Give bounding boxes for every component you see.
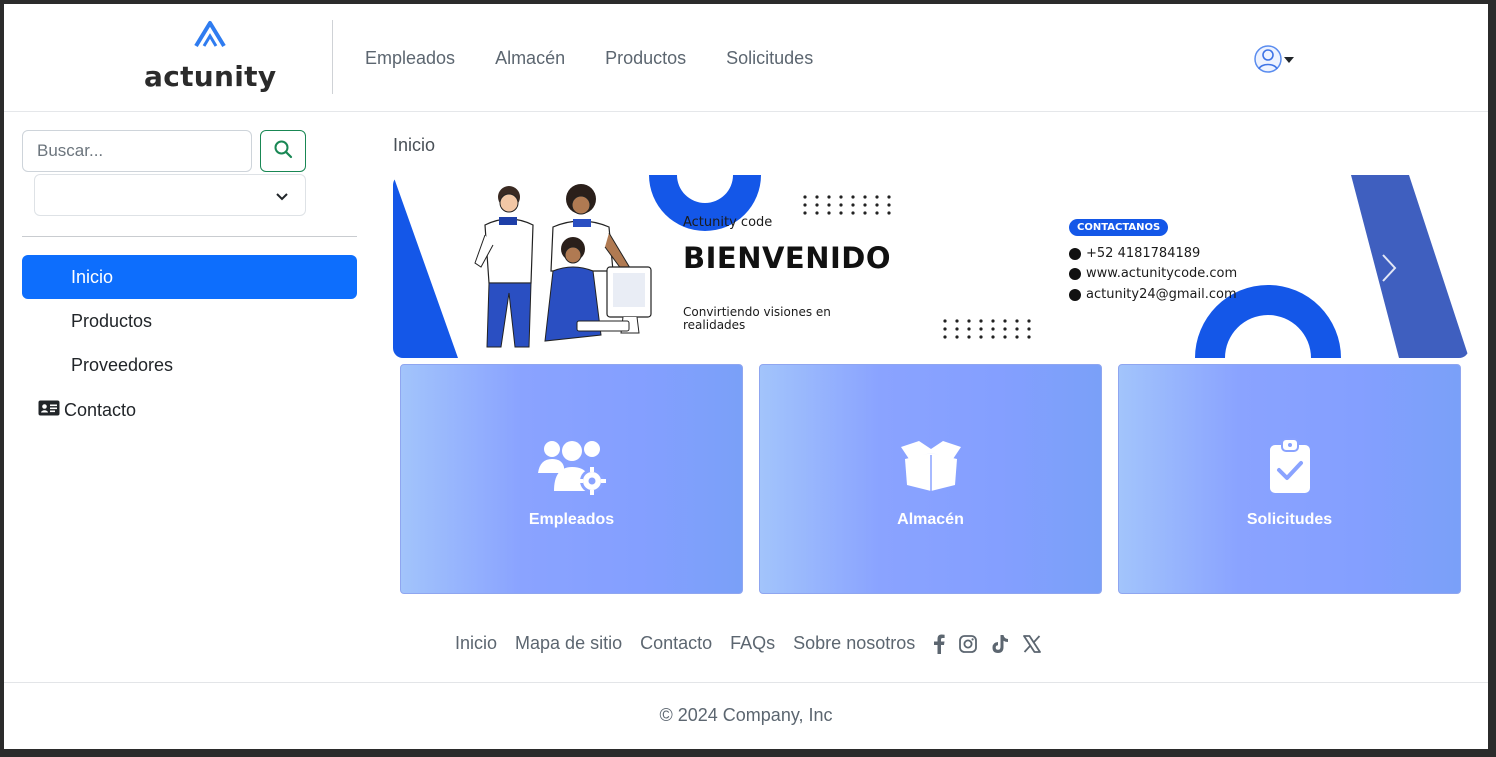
banner-email: actunity24@gmail.com — [1069, 287, 1237, 302]
contact-card-icon — [38, 400, 60, 421]
search-button[interactable] — [260, 130, 306, 172]
banner-tag: Actunity code — [683, 215, 773, 230]
chevron-down-icon — [275, 189, 289, 207]
email-icon — [1069, 288, 1081, 301]
facebook-icon[interactable] — [933, 634, 945, 654]
sidebar: Inicio Productos Proveedores Contacto — [4, 112, 376, 672]
search-form — [22, 130, 306, 172]
search-icon — [273, 139, 293, 164]
breadcrumb: Inicio — [393, 135, 436, 155]
contact-badge: CONTACTANOS — [1069, 219, 1169, 236]
banner-subtitle: Convirtiendo visiones en realidades — [683, 305, 831, 332]
footer-divider — [4, 682, 1488, 683]
footer-link-faqs[interactable]: FAQs — [730, 633, 775, 654]
user-menu-dropdown[interactable] — [1254, 44, 1294, 79]
brand-name: actunity — [144, 60, 277, 93]
sidebar-item-proveedores[interactable]: Proveedores — [22, 343, 357, 387]
social-links — [933, 634, 1042, 654]
open-box-icon — [897, 437, 965, 498]
copyright: © 2024 Company, Inc — [659, 705, 833, 725]
actunity-logo-icon — [192, 20, 228, 53]
users-gear-icon — [536, 437, 608, 500]
top-nav: Empleados Almacén Productos Solicitudes — [365, 48, 813, 69]
card-solicitudes[interactable]: Solicitudes — [1118, 364, 1461, 594]
card-almacen[interactable]: Almacén — [759, 364, 1102, 594]
website-text: www.actunitycode.com — [1086, 266, 1238, 281]
sidebar-item-contacto[interactable]: Contacto — [38, 400, 136, 421]
nav-productos[interactable]: Productos — [605, 48, 686, 69]
footer-link-sobre[interactable]: Sobre nosotros — [793, 633, 915, 654]
footer-link-inicio[interactable]: Inicio — [455, 633, 497, 654]
brand-logo[interactable]: actunity — [144, 20, 278, 98]
caret-down-icon — [1284, 56, 1294, 63]
contacto-label: Contacto — [64, 400, 137, 420]
banner-website: www.actunitycode.com — [1069, 266, 1237, 281]
nav-empleados[interactable]: Empleados — [365, 48, 455, 69]
clipboard-check-icon — [1268, 437, 1312, 500]
card-label: Empleados — [528, 511, 615, 528]
header-divider — [332, 20, 333, 94]
sidebar-nav: Inicio Productos Proveedores — [22, 255, 357, 387]
sidebar-item-productos[interactable]: Productos — [22, 299, 357, 343]
carousel-next-icon[interactable] — [1381, 253, 1397, 288]
x-icon[interactable] — [1023, 634, 1042, 653]
card-empleados[interactable]: Empleados — [400, 364, 743, 594]
app-window: actunity Empleados Almacén Productos Sol… — [4, 4, 1488, 749]
banner-artwork — [393, 175, 1469, 358]
phone-icon — [1069, 247, 1081, 260]
sidebar-divider — [22, 236, 357, 237]
instagram-icon[interactable] — [959, 634, 978, 653]
banner-title: BIENVENIDO — [683, 241, 892, 275]
search-input[interactable] — [22, 130, 252, 172]
globe-icon — [1069, 267, 1081, 280]
nav-almacen[interactable]: Almacén — [495, 48, 565, 69]
banner-phone: +52 4181784189 — [1069, 246, 1200, 261]
email-text: actunity24@gmail.com — [1086, 287, 1237, 302]
tiktok-icon[interactable] — [991, 634, 1009, 654]
card-label: Almacén — [897, 511, 964, 528]
phone-text: +52 4181784189 — [1086, 246, 1201, 261]
footer-link-contacto[interactable]: Contacto — [640, 633, 712, 654]
category-select[interactable] — [34, 174, 306, 216]
welcome-carousel: Actunity code BIENVENIDO Convirtiendo vi… — [393, 175, 1469, 358]
header: actunity Empleados Almacén Productos Sol… — [4, 4, 1488, 112]
nav-solicitudes[interactable]: Solicitudes — [726, 48, 813, 69]
footer-link-mapa[interactable]: Mapa de sitio — [515, 633, 622, 654]
module-cards: Empleados Almacén Solicitudes — [400, 364, 1461, 594]
user-icon — [1254, 44, 1282, 79]
footer-nav: Inicio Mapa de sitio Contacto FAQs Sobre… — [455, 633, 1042, 654]
card-label: Solicitudes — [1246, 511, 1333, 528]
sidebar-item-inicio[interactable]: Inicio — [22, 255, 357, 299]
